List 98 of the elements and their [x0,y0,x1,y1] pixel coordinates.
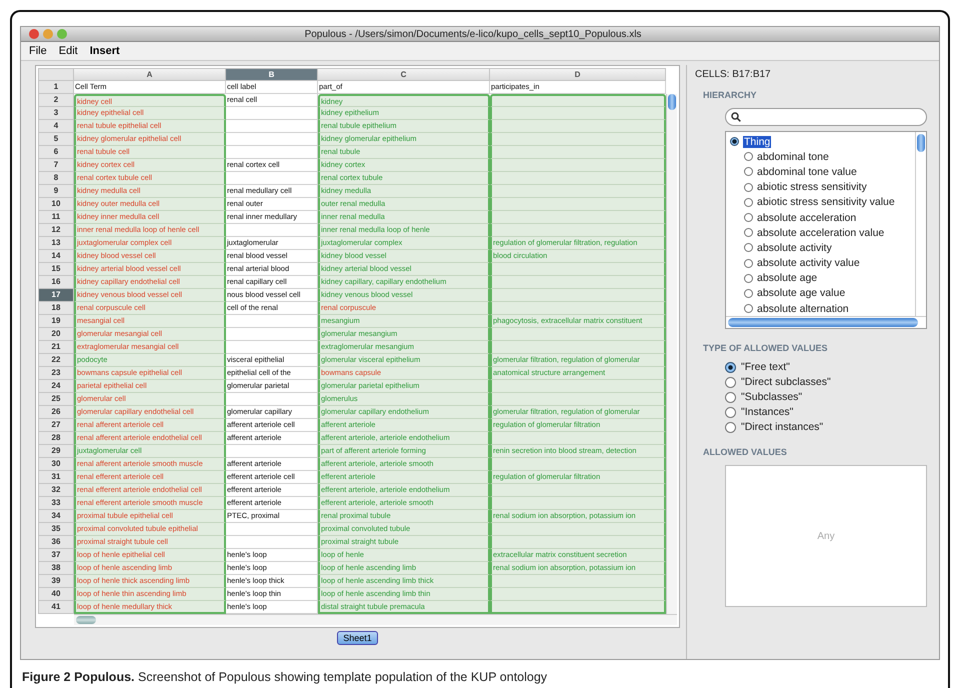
column-header[interactable]: A [74,68,226,81]
row-number[interactable]: 20 [38,328,74,341]
tree-node[interactable]: absolute activity [757,242,832,254]
sheet-tab[interactable]: Sheet1 [337,631,378,645]
tree-node-radio[interactable] [744,213,753,222]
row-number[interactable]: 34 [38,510,74,523]
row-number[interactable]: 12 [38,224,74,237]
row-number[interactable]: 21 [38,341,74,354]
tree-node-radio[interactable] [744,274,753,283]
window-title: Populous - /Users/simon/Documents/e-lico/kupo_cells_sept10_Populous.xls [304,28,642,40]
tree-node-radio[interactable] [744,288,753,298]
row-number[interactable]: 26 [38,406,74,419]
row-number[interactable]: 33 [38,497,74,510]
row-number[interactable]: 19 [38,315,74,328]
tree-node[interactable]: abdominal tone [757,150,829,163]
row-number[interactable]: 28 [38,432,74,445]
radio-label[interactable]: "Free text" [741,361,790,373]
search-field[interactable] [725,108,927,126]
horizontal-scrollbar[interactable] [74,614,677,625]
tree-node-radio[interactable] [744,243,753,252]
tree-node-radio[interactable] [730,137,739,146]
radio-button[interactable] [725,406,736,418]
radio-label[interactable]: "Direct instances" [741,421,824,433]
figure-caption: Figure 2 Populous. Screenshot of Populous showing template population of the KUP ontology [21,669,548,684]
tree-node[interactable]: absolute acceleration [757,212,856,224]
tree-node[interactable]: abiotic stress sensitivity value [757,196,895,208]
section-heading: HIERARCHY [703,90,758,100]
row-number[interactable]: 17 [38,289,74,302]
tree-node[interactable]: absolute age value [757,287,846,300]
tree-node-radio[interactable] [744,182,753,192]
row-number[interactable]: 11 [38,211,74,224]
radio-button[interactable] [725,392,736,402]
row-number[interactable]: 1 [38,81,74,94]
vertical-scrollbar[interactable] [666,94,677,614]
tree-node-radio[interactable] [744,198,753,207]
vertical-scrollbar[interactable] [915,132,926,316]
row-number[interactable]: 27 [38,419,74,432]
tree-node[interactable]: Thing [743,136,772,148]
row-number[interactable]: 38 [38,562,74,575]
tree-node-radio[interactable] [744,152,753,162]
column-header[interactable]: C [318,68,490,81]
row-number[interactable]: 30 [38,458,74,471]
row-number[interactable]: 13 [38,237,74,250]
radio-button[interactable] [725,362,736,372]
row-number[interactable]: 7 [38,159,74,172]
cells-label: CELLS: B17:B17 [695,69,772,80]
radio-label[interactable]: "Direct subclasses" [741,376,831,388]
row-number[interactable]: 31 [38,471,74,484]
tree-node[interactable]: absolute acceleration value [757,226,884,239]
column-header[interactable]: B [226,68,318,81]
row-number[interactable]: 4 [38,120,74,133]
row-number[interactable]: 29 [38,445,74,458]
tree-node-radio[interactable] [744,167,753,176]
menu-item[interactable]: File [29,45,47,57]
row-number[interactable]: 25 [38,393,74,406]
row-number[interactable]: 22 [38,354,74,367]
tree-node-radio[interactable] [744,228,753,238]
row-number[interactable]: 24 [38,380,74,393]
radio-label[interactable]: "Subclasses" [741,391,802,403]
row-number[interactable]: 6 [38,146,74,159]
row-number[interactable]: 10 [38,198,74,211]
row-number[interactable]: 35 [38,523,74,536]
tree-node[interactable]: absolute age [757,272,818,284]
row-number[interactable]: 37 [38,549,74,562]
row-number[interactable]: 39 [38,575,74,588]
row-number[interactable]: 9 [38,185,74,198]
row-number[interactable]: 41 [38,601,74,614]
horizontal-scrollbar[interactable] [726,316,926,328]
section-heading: ALLOWED VALUES [703,447,788,457]
placeholder-text: Any [817,530,835,542]
search-icon [731,112,741,122]
row-number[interactable]: 32 [38,484,74,497]
tree-node-radio[interactable] [744,304,753,314]
close-icon[interactable] [29,29,39,39]
tree-node[interactable]: absolute activity value [757,257,860,270]
radio-button[interactable] [725,376,736,388]
tree-node[interactable]: abiotic stress sensitivity [757,181,867,194]
row-number[interactable]: 14 [38,250,74,263]
section-heading: TYPE OF ALLOWED VALUES [703,343,829,353]
row-number[interactable]: 36 [38,536,74,549]
tree-node-radio[interactable] [744,258,753,268]
tree-node[interactable]: abdominal tone value [757,166,857,178]
row-number[interactable]: 15 [38,263,74,276]
row-number[interactable]: 40 [38,588,74,601]
row-number[interactable]: 8 [38,172,74,185]
menu-item[interactable]: Edit [58,45,78,57]
tree-node[interactable]: absolute alternation [757,302,849,315]
radio-button[interactable] [725,422,736,432]
row-number[interactable]: 2 [38,94,74,107]
column-header[interactable]: D [490,68,666,81]
radio-label[interactable]: "Instances" [741,406,794,418]
row-number[interactable]: 23 [38,367,74,380]
row-number[interactable]: 18 [38,302,74,315]
row-number[interactable]: 3 [38,107,74,120]
menu-item[interactable]: Insert [90,45,120,57]
row-number[interactable]: 16 [38,276,74,289]
corner-cell [38,68,74,81]
row-number[interactable]: 5 [38,133,74,146]
